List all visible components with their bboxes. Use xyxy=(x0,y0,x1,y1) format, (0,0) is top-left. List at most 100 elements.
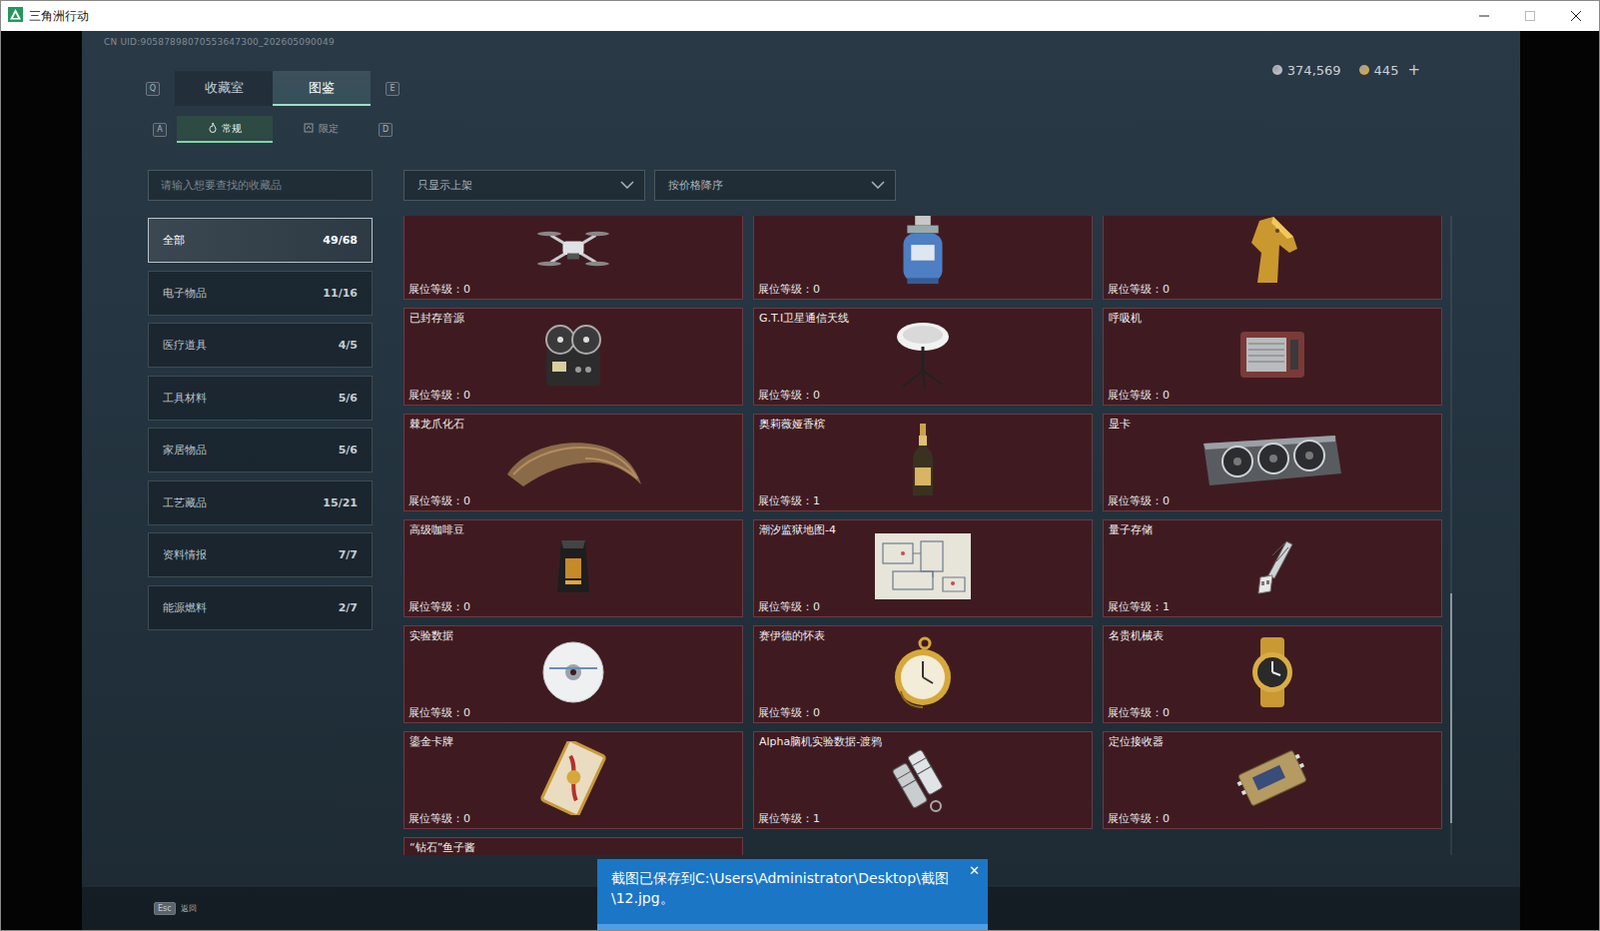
collectible-card[interactable]: 实验数据展位等级：0 xyxy=(403,625,744,724)
collectible-name: 奥莉薇娅香槟 xyxy=(759,417,825,431)
main-tab[interactable]: 图鉴 xyxy=(272,70,371,106)
currency-bar: 374,569445+ xyxy=(1272,60,1421,79)
collectible-picture xyxy=(404,431,743,494)
exhibit-level: 展位等级：0 xyxy=(408,388,471,402)
collectible-card[interactable]: 展位等级：0 xyxy=(1102,215,1443,300)
window-controls xyxy=(1461,0,1600,31)
category-label: 资料情报 xyxy=(162,547,207,563)
scrollbar-track[interactable] xyxy=(1450,215,1453,855)
collectible-name: 呼吸机 xyxy=(1108,311,1142,325)
collectible-name-row xyxy=(404,215,743,220)
exhibit-level-row: 展位等级：0 xyxy=(754,599,1092,617)
filter-dropdown[interactable]: 按价格降序 xyxy=(654,169,896,201)
flame-icon xyxy=(208,122,217,135)
exhibit-level-row: 展位等级：1 xyxy=(754,493,1092,511)
collectible-picture xyxy=(1103,537,1442,600)
collection-grid: 展位等级：0展位等级：0展位等级：0已封存音源展位等级：0G.T.I卫星通信天线… xyxy=(403,215,1443,855)
exhibit-level: 展位等级：0 xyxy=(1107,282,1170,296)
search-input[interactable] xyxy=(158,177,362,193)
exhibit-level: 展位等级：0 xyxy=(408,600,471,614)
category-label: 能源燃料 xyxy=(162,600,207,616)
exhibit-level-row: 展位等级：1 xyxy=(1103,599,1442,617)
collectible-card[interactable]: 展位等级：0 xyxy=(403,215,744,300)
category-item[interactable]: 电子物品11/16 xyxy=(147,270,373,316)
collectible-name-row: 定位接收器 xyxy=(1103,732,1442,750)
category-item[interactable]: 医疗道具4/5 xyxy=(147,322,373,368)
category-item[interactable]: 家居物品 5/6 xyxy=(147,427,373,473)
sub-tab[interactable]: 常规 xyxy=(176,115,273,143)
currency-amount: 445 xyxy=(1374,62,1400,78)
prev-subtab-key[interactable]: A xyxy=(152,122,167,137)
sub-tab[interactable]: 限定 xyxy=(272,115,369,143)
tabs-row: Q收藏室图鉴E374,569445+ xyxy=(81,50,1521,106)
sub-tab-label: 限定 xyxy=(318,121,339,136)
category-count: 2/7 xyxy=(338,601,358,615)
search-box[interactable] xyxy=(147,169,373,201)
exhibit-level-row: 展位等级：0 xyxy=(404,493,743,511)
toast-close-button[interactable]: ✕ xyxy=(968,862,980,878)
game-area: CN UID:90587898070553647300_202605090049… xyxy=(0,30,1600,930)
maximize-icon[interactable] xyxy=(1507,0,1554,31)
collectible-picture xyxy=(754,431,1092,494)
collection-panel: CN UID:90587898070553647300_202605090049… xyxy=(81,30,1521,930)
collectible-name-row: 高级咖啡豆 xyxy=(404,520,743,538)
main-tabs: Q 收藏室 图鉴 E xyxy=(145,70,400,106)
category-label: 全部 xyxy=(162,232,185,248)
collectible-card[interactable]: 定位接收器展位等级：0 xyxy=(1102,731,1443,829)
collectible-card[interactable]: 高级咖啡豆展位等级：0 xyxy=(403,519,744,618)
collectible-card[interactable]: “钻石”鱼子酱 xyxy=(403,836,744,855)
collectible-card[interactable]: 展位等级：0 xyxy=(753,215,1093,300)
exhibit-level: 展位等级：0 xyxy=(408,494,471,508)
collectible-name-row: 棘龙爪化石 xyxy=(404,414,743,432)
category-label: 家居物品 xyxy=(162,442,207,458)
category-item[interactable]: 工具材料5/6 xyxy=(147,375,373,421)
filter-row: 只显示上架 按价格降序 xyxy=(403,169,1453,201)
category-item[interactable]: 能源燃料 2/7 xyxy=(147,585,373,631)
tab-label: 收藏室 xyxy=(204,78,244,97)
category-count: 15/21 xyxy=(322,496,358,510)
escape-key[interactable]: Esc xyxy=(153,901,176,915)
scrollbar-thumb[interactable] xyxy=(1450,593,1453,823)
collectible-card[interactable]: 鎏金卡牌展位等级：0 xyxy=(403,731,744,829)
category-item[interactable]: 工艺藏品15/21 xyxy=(147,480,373,526)
collectible-card[interactable]: 赛伊德的怀表展位等级：0 xyxy=(753,625,1093,724)
category-count: 5/6 xyxy=(338,443,358,457)
collection-viewport: 展位等级：0展位等级：0展位等级：0已封存音源展位等级：0G.T.I卫星通信天线… xyxy=(403,215,1443,855)
category-label: 工具材料 xyxy=(162,390,207,406)
exhibit-level: 展位等级：0 xyxy=(1107,706,1170,720)
next-subtab-key[interactable]: D xyxy=(378,122,393,137)
next-tab-key[interactable]: E xyxy=(385,81,400,96)
gilded-card-icon xyxy=(537,741,610,819)
collectible-card[interactable]: 奥莉薇娅香槟展位等级：1 xyxy=(753,413,1093,512)
collectible-picture xyxy=(1103,431,1442,494)
category-item[interactable]: 全部49/68 xyxy=(147,217,373,263)
collectible-name: 棘龙爪化石 xyxy=(409,417,465,431)
collectible-card[interactable]: G.T.I卫星通信天线展位等级：0 xyxy=(753,307,1093,406)
collection-grid-area: 展位等级：0展位等级：0展位等级：0已封存音源展位等级：0G.T.I卫星通信天线… xyxy=(403,215,1453,855)
collectible-card[interactable]: 棘龙爪化石展位等级：0 xyxy=(403,413,744,512)
dropdown-value: 按价格降序 xyxy=(668,177,724,193)
gas-canister-icon xyxy=(892,215,953,292)
minimize-icon[interactable] xyxy=(1461,0,1508,31)
collectible-card[interactable]: 量子存储展位等级：1 xyxy=(1102,519,1443,618)
filter-dropdown[interactable]: 只显示上架 xyxy=(403,169,646,201)
collectible-name-row: 呼吸机 xyxy=(1103,308,1442,326)
currency-item: 445 + xyxy=(1359,60,1421,79)
collectible-card[interactable]: 显卡展位等级：0 xyxy=(1102,413,1443,512)
collectible-card[interactable]: 名贵机械表展位等级：0 xyxy=(1102,625,1443,724)
exhibit-level: 展位等级：0 xyxy=(1107,494,1170,508)
prev-tab-key[interactable]: Q xyxy=(145,81,160,96)
add-currency-button[interactable]: + xyxy=(1407,60,1421,79)
wristwatch-icon xyxy=(1242,637,1303,712)
collectible-name: 名贵机械表 xyxy=(1108,629,1164,643)
collectible-card[interactable]: 潮汐监狱地图-4展位等级：0 xyxy=(753,519,1093,618)
collectible-card[interactable]: Alpha脑机实验数据-渡鸦展位等级：1 xyxy=(753,731,1093,829)
collectible-card[interactable]: 呼吸机展位等级：0 xyxy=(1102,307,1443,406)
tab-label: 图鉴 xyxy=(308,78,335,97)
close-icon[interactable] xyxy=(1553,0,1600,31)
back-label[interactable]: 返回 xyxy=(180,902,197,914)
category-item[interactable]: 资料情报7/7 xyxy=(147,532,373,578)
exhibit-level-row: 展位等级：0 xyxy=(754,705,1092,723)
main-tab[interactable]: 收藏室 xyxy=(174,70,273,106)
collectible-card[interactable]: 已封存音源展位等级：0 xyxy=(403,307,744,406)
